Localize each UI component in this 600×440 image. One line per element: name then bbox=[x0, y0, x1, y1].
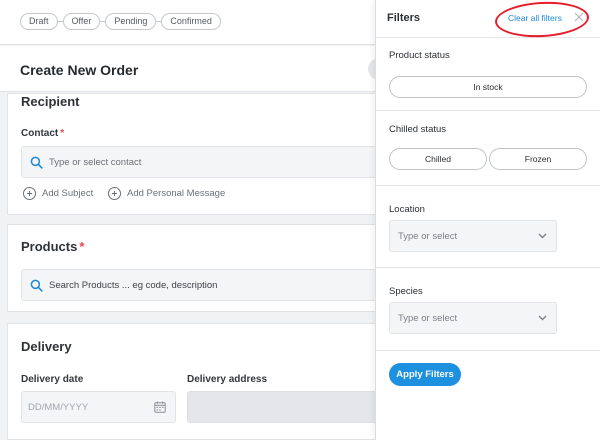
delivery-card: Delivery Delivery date Delivery address … bbox=[7, 323, 377, 440]
filters-title: Filters bbox=[387, 12, 421, 24]
chip-frozen[interactable]: Frozen bbox=[489, 148, 587, 170]
step-pending[interactable]: Pending bbox=[105, 13, 157, 30]
chilled-status-section: Chilled status Chilled Frozen bbox=[376, 111, 600, 186]
plus-circle-icon bbox=[108, 187, 121, 200]
add-message-button[interactable]: Add Personal Message bbox=[108, 187, 225, 200]
contact-search-input[interactable]: Type or select contact bbox=[21, 146, 377, 178]
step-offer[interactable]: Offer bbox=[62, 13, 101, 30]
species-section: Species Type or select bbox=[376, 268, 600, 351]
status-steps: Draft Offer Pending Confirmed bbox=[20, 13, 221, 30]
page-title: Create New Order bbox=[20, 62, 139, 78]
delivery-date-input[interactable]: DD/MM/YYYY bbox=[21, 391, 176, 423]
delivery-date-label: Delivery date bbox=[21, 374, 84, 385]
products-card: Products * Search Products ... eg code, d… bbox=[7, 224, 377, 312]
delivery-address-input[interactable] bbox=[187, 391, 377, 423]
species-select[interactable]: Type or select bbox=[389, 302, 557, 334]
date-placeholder: DD/MM/YYYY bbox=[28, 402, 89, 413]
add-message-label: Add Personal Message bbox=[127, 188, 226, 199]
species-label: Species bbox=[389, 286, 423, 297]
filters-header: Filters Clear all filters bbox=[376, 0, 600, 40]
apply-filters-button[interactable]: Apply Filters bbox=[389, 363, 461, 386]
add-subject-label: Add Subject bbox=[42, 188, 94, 199]
contact-placeholder: Type or select contact bbox=[49, 157, 142, 168]
product-search-placeholder: Search Products ... eg code, description bbox=[49, 280, 218, 291]
species-placeholder: Type or select bbox=[398, 313, 458, 324]
step-draft[interactable]: Draft bbox=[20, 13, 58, 30]
product-search-input[interactable]: Search Products ... eg code, description bbox=[21, 269, 377, 301]
location-section: Location Type or select bbox=[376, 186, 600, 268]
filters-panel: Filters Clear all filters Product status… bbox=[375, 0, 600, 440]
products-title: Products * bbox=[21, 239, 85, 254]
delivery-title: Delivery bbox=[21, 339, 72, 354]
recipient-title: Recipient bbox=[21, 94, 80, 109]
chevron-down-icon bbox=[538, 233, 547, 239]
product-status-section: Product status In stock bbox=[376, 38, 600, 111]
chevron-down-icon bbox=[538, 315, 547, 321]
product-status-label: Product status bbox=[389, 50, 450, 61]
delivery-address-label: Delivery address bbox=[187, 374, 268, 385]
search-icon bbox=[30, 156, 43, 169]
plus-circle-icon bbox=[23, 187, 36, 200]
page-header: Create New Order bbox=[0, 46, 392, 92]
contact-label: Contact * bbox=[21, 128, 65, 139]
add-subject-button[interactable]: Add Subject bbox=[23, 187, 93, 200]
annotation-circle bbox=[494, 0, 590, 40]
search-icon bbox=[30, 279, 43, 292]
calendar-icon[interactable] bbox=[154, 401, 166, 413]
order-form-area: Draft Offer Pending Confirmed Create New… bbox=[0, 0, 392, 440]
location-placeholder: Type or select bbox=[398, 231, 458, 242]
location-label: Location bbox=[389, 204, 425, 215]
step-confirmed[interactable]: Confirmed bbox=[161, 13, 221, 30]
status-bar: Draft Offer Pending Confirmed bbox=[0, 0, 376, 45]
step-connector bbox=[57, 21, 63, 22]
location-select[interactable]: Type or select bbox=[389, 220, 557, 252]
chip-in-stock[interactable]: In stock bbox=[389, 76, 587, 98]
chip-chilled[interactable]: Chilled bbox=[389, 148, 487, 170]
recipient-card: Recipient Contact * Type or select contac… bbox=[7, 93, 377, 215]
chilled-status-label: Chilled status bbox=[389, 124, 447, 135]
